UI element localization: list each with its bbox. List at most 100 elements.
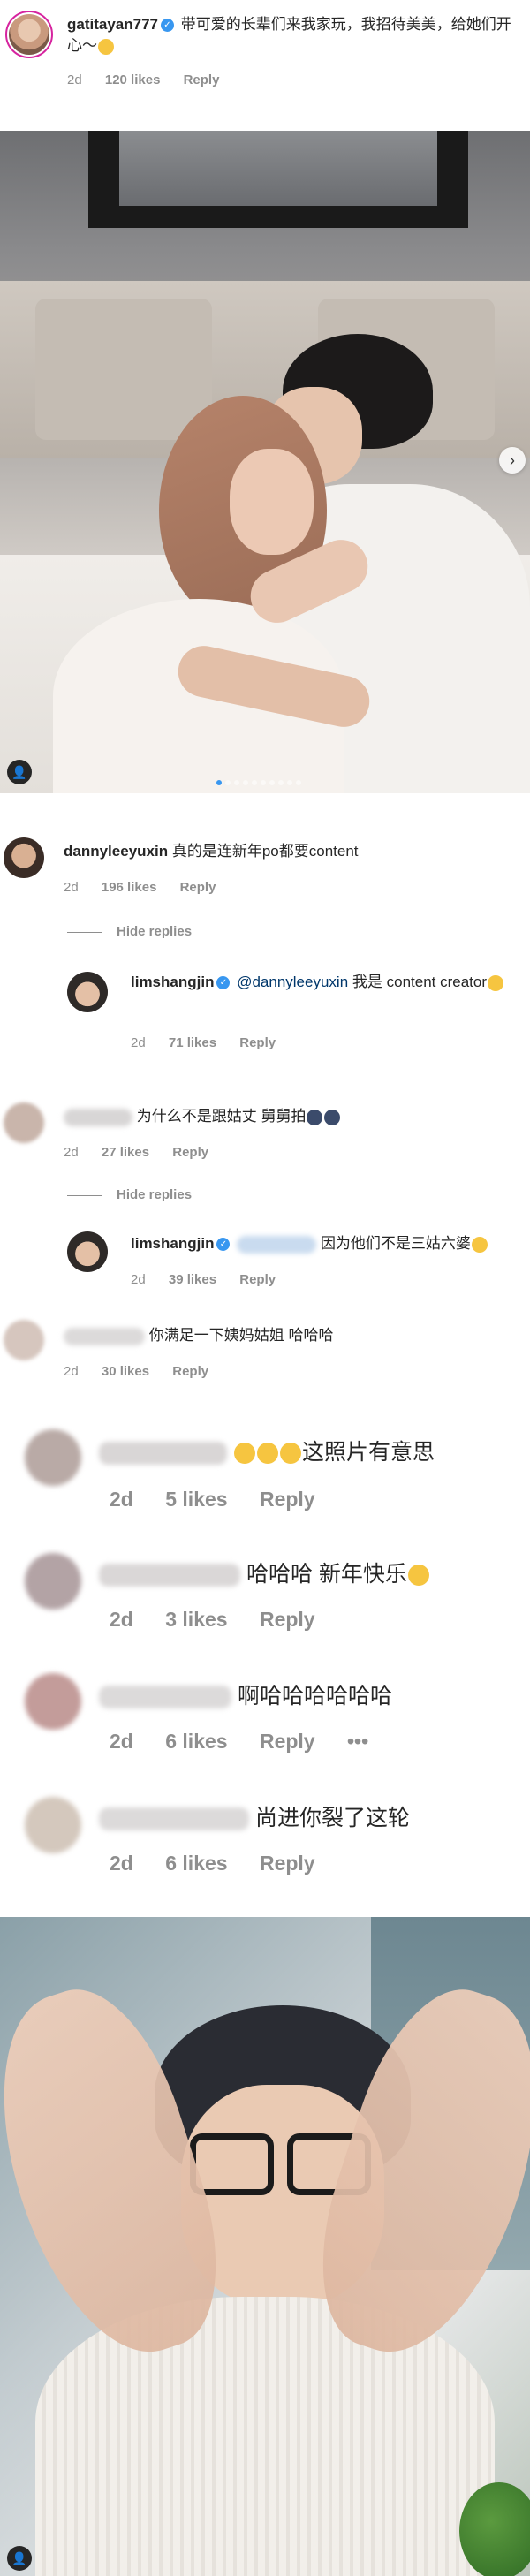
user-tag-icon[interactable]: 👤 bbox=[7, 760, 32, 784]
sweat-emoji-icon bbox=[307, 1109, 323, 1125]
blurred-username[interactable] bbox=[99, 1564, 240, 1587]
hide-replies-label: Hide replies bbox=[117, 1187, 193, 1202]
grin-emoji-icon bbox=[98, 38, 114, 55]
more-options-icon[interactable]: ••• bbox=[347, 1730, 368, 1753]
likes-count[interactable]: 196 likes bbox=[102, 880, 157, 895]
avatar[interactable] bbox=[67, 972, 108, 1012]
comment-meta: 2d 5 likes Reply bbox=[110, 1488, 342, 1512]
carousel-dot bbox=[252, 780, 257, 785]
hide-replies-label: Hide replies bbox=[117, 924, 193, 939]
blurred-username[interactable] bbox=[64, 1108, 132, 1126]
mirror-glass bbox=[119, 131, 437, 206]
timestamp: 2d bbox=[131, 1035, 146, 1050]
comment-text: 真的是连新年po都要content bbox=[171, 843, 359, 860]
post-photo[interactable]: 👤 bbox=[0, 1917, 530, 2576]
comment-text: 为什么不是跟姑丈 舅舅拍 bbox=[136, 1108, 307, 1125]
likes-count[interactable]: 27 likes bbox=[102, 1145, 149, 1160]
comment-meta: 2d 71 likes Reply bbox=[131, 1035, 295, 1050]
sweat-emoji-icon bbox=[324, 1109, 341, 1125]
avatar[interactable] bbox=[5, 11, 53, 58]
carousel-dot bbox=[261, 780, 266, 785]
comment: 为什么不是跟姑丈 舅舅拍 bbox=[64, 1106, 341, 1127]
blurred-username[interactable] bbox=[99, 1442, 227, 1466]
mention-link[interactable]: @dannyleeyuxin bbox=[237, 974, 348, 990]
blurred-username[interactable] bbox=[99, 1686, 231, 1709]
timestamp: 2d bbox=[110, 1730, 133, 1753]
reply-button[interactable]: Reply bbox=[172, 1364, 208, 1379]
reply-button[interactable]: Reply bbox=[239, 1035, 276, 1050]
username[interactable]: limshangjin bbox=[131, 1235, 214, 1252]
verified-icon: ✓ bbox=[161, 19, 174, 33]
comment-meta: 2d 196 likes Reply bbox=[64, 880, 235, 895]
blurred-username[interactable] bbox=[64, 1327, 145, 1345]
plant bbox=[459, 2482, 530, 2576]
likes-count[interactable]: 39 likes bbox=[169, 1272, 216, 1287]
likes-count[interactable]: 6 likes bbox=[165, 1730, 227, 1753]
username[interactable]: limshangjin bbox=[131, 974, 214, 990]
likes-count[interactable]: 6 likes bbox=[165, 1852, 227, 1875]
comment: dannyleeyuxin 真的是连新年po都要content bbox=[64, 841, 359, 862]
carousel-dot bbox=[296, 780, 301, 785]
username[interactable]: gatitayan777 bbox=[67, 16, 158, 33]
carousel-dot bbox=[287, 780, 292, 785]
avatar[interactable] bbox=[25, 1797, 81, 1853]
likes-count[interactable]: 71 likes bbox=[169, 1035, 216, 1050]
comment: 啊哈哈哈哈哈哈 bbox=[99, 1678, 392, 1710]
blurred-username[interactable] bbox=[99, 1807, 249, 1831]
reply-button[interactable]: Reply bbox=[184, 72, 220, 87]
top-comment: gatitayan777 ✓ 带可爱的长辈们来我家玩，我招待美美，给她们开心～ bbox=[67, 14, 518, 57]
likes-count[interactable]: 120 likes bbox=[105, 72, 161, 87]
carousel-dot bbox=[269, 780, 275, 785]
reply-button[interactable]: Reply bbox=[180, 880, 216, 895]
timestamp: 2d bbox=[131, 1272, 146, 1287]
divider bbox=[67, 1194, 102, 1196]
hide-replies-button[interactable]: Hide replies bbox=[67, 924, 192, 939]
blurred-mention[interactable] bbox=[237, 1235, 317, 1254]
carousel-dots bbox=[216, 780, 301, 785]
carousel-dot bbox=[278, 780, 284, 785]
carousel-dot bbox=[243, 780, 248, 785]
reply-button[interactable]: Reply bbox=[260, 1608, 315, 1631]
headboard-panel bbox=[35, 299, 212, 440]
avatar[interactable] bbox=[4, 1320, 44, 1360]
comment-text: 你满足一下姨妈姑姐 哈哈哈 bbox=[148, 1327, 334, 1344]
timestamp: 2d bbox=[67, 72, 82, 87]
reply-button[interactable]: Reply bbox=[260, 1488, 315, 1511]
laugh-emoji-icon bbox=[256, 1443, 278, 1465]
user-tag-icon[interactable]: 👤 bbox=[7, 2546, 32, 2571]
carousel-next-button[interactable]: › bbox=[499, 447, 526, 474]
woman-face bbox=[230, 449, 314, 555]
avatar[interactable] bbox=[25, 1553, 81, 1610]
comment: 这照片有意思 bbox=[99, 1435, 435, 1466]
comment-meta: 2d 3 likes Reply bbox=[110, 1608, 342, 1632]
comment-text: 啊哈哈哈哈哈哈 bbox=[237, 1684, 392, 1708]
comment-text: 这照片有意思 bbox=[301, 1440, 435, 1465]
avatar[interactable] bbox=[4, 837, 44, 878]
comment-text: 尚进你裂了这轮 bbox=[254, 1806, 410, 1830]
reply-button[interactable]: Reply bbox=[260, 1730, 315, 1753]
likes-count[interactable]: 30 likes bbox=[102, 1364, 149, 1379]
hide-replies-button[interactable]: Hide replies bbox=[67, 1187, 192, 1202]
username[interactable]: dannyleeyuxin bbox=[64, 843, 168, 860]
avatar[interactable] bbox=[25, 1673, 81, 1730]
reply-button[interactable]: Reply bbox=[260, 1852, 315, 1875]
avatar[interactable] bbox=[25, 1429, 81, 1486]
timestamp: 2d bbox=[64, 1145, 79, 1160]
likes-count[interactable]: 3 likes bbox=[165, 1608, 227, 1631]
laugh-emoji-icon bbox=[233, 1443, 255, 1465]
avatar[interactable] bbox=[67, 1231, 108, 1272]
comment-meta: 2d 27 likes Reply bbox=[64, 1145, 228, 1160]
verified-icon: ✓ bbox=[216, 976, 231, 990]
likes-count[interactable]: 5 likes bbox=[165, 1488, 227, 1511]
post-photo[interactable]: › 👤 bbox=[0, 131, 530, 793]
comment-meta: 2d 30 likes Reply bbox=[64, 1364, 228, 1379]
reply-button[interactable]: Reply bbox=[172, 1145, 208, 1160]
comment-text: 因为他们不是三姑六婆 bbox=[320, 1235, 471, 1252]
timestamp: 2d bbox=[110, 1608, 133, 1631]
verified-icon: ✓ bbox=[216, 1238, 231, 1252]
avatar[interactable] bbox=[4, 1102, 44, 1143]
comment-meta: 2d 6 likes Reply bbox=[110, 1852, 342, 1875]
timestamp: 2d bbox=[64, 880, 79, 895]
reply-comment: limshangjin ✓ @dannyleeyuxin 我是 content c… bbox=[131, 972, 519, 993]
reply-button[interactable]: Reply bbox=[239, 1272, 276, 1287]
